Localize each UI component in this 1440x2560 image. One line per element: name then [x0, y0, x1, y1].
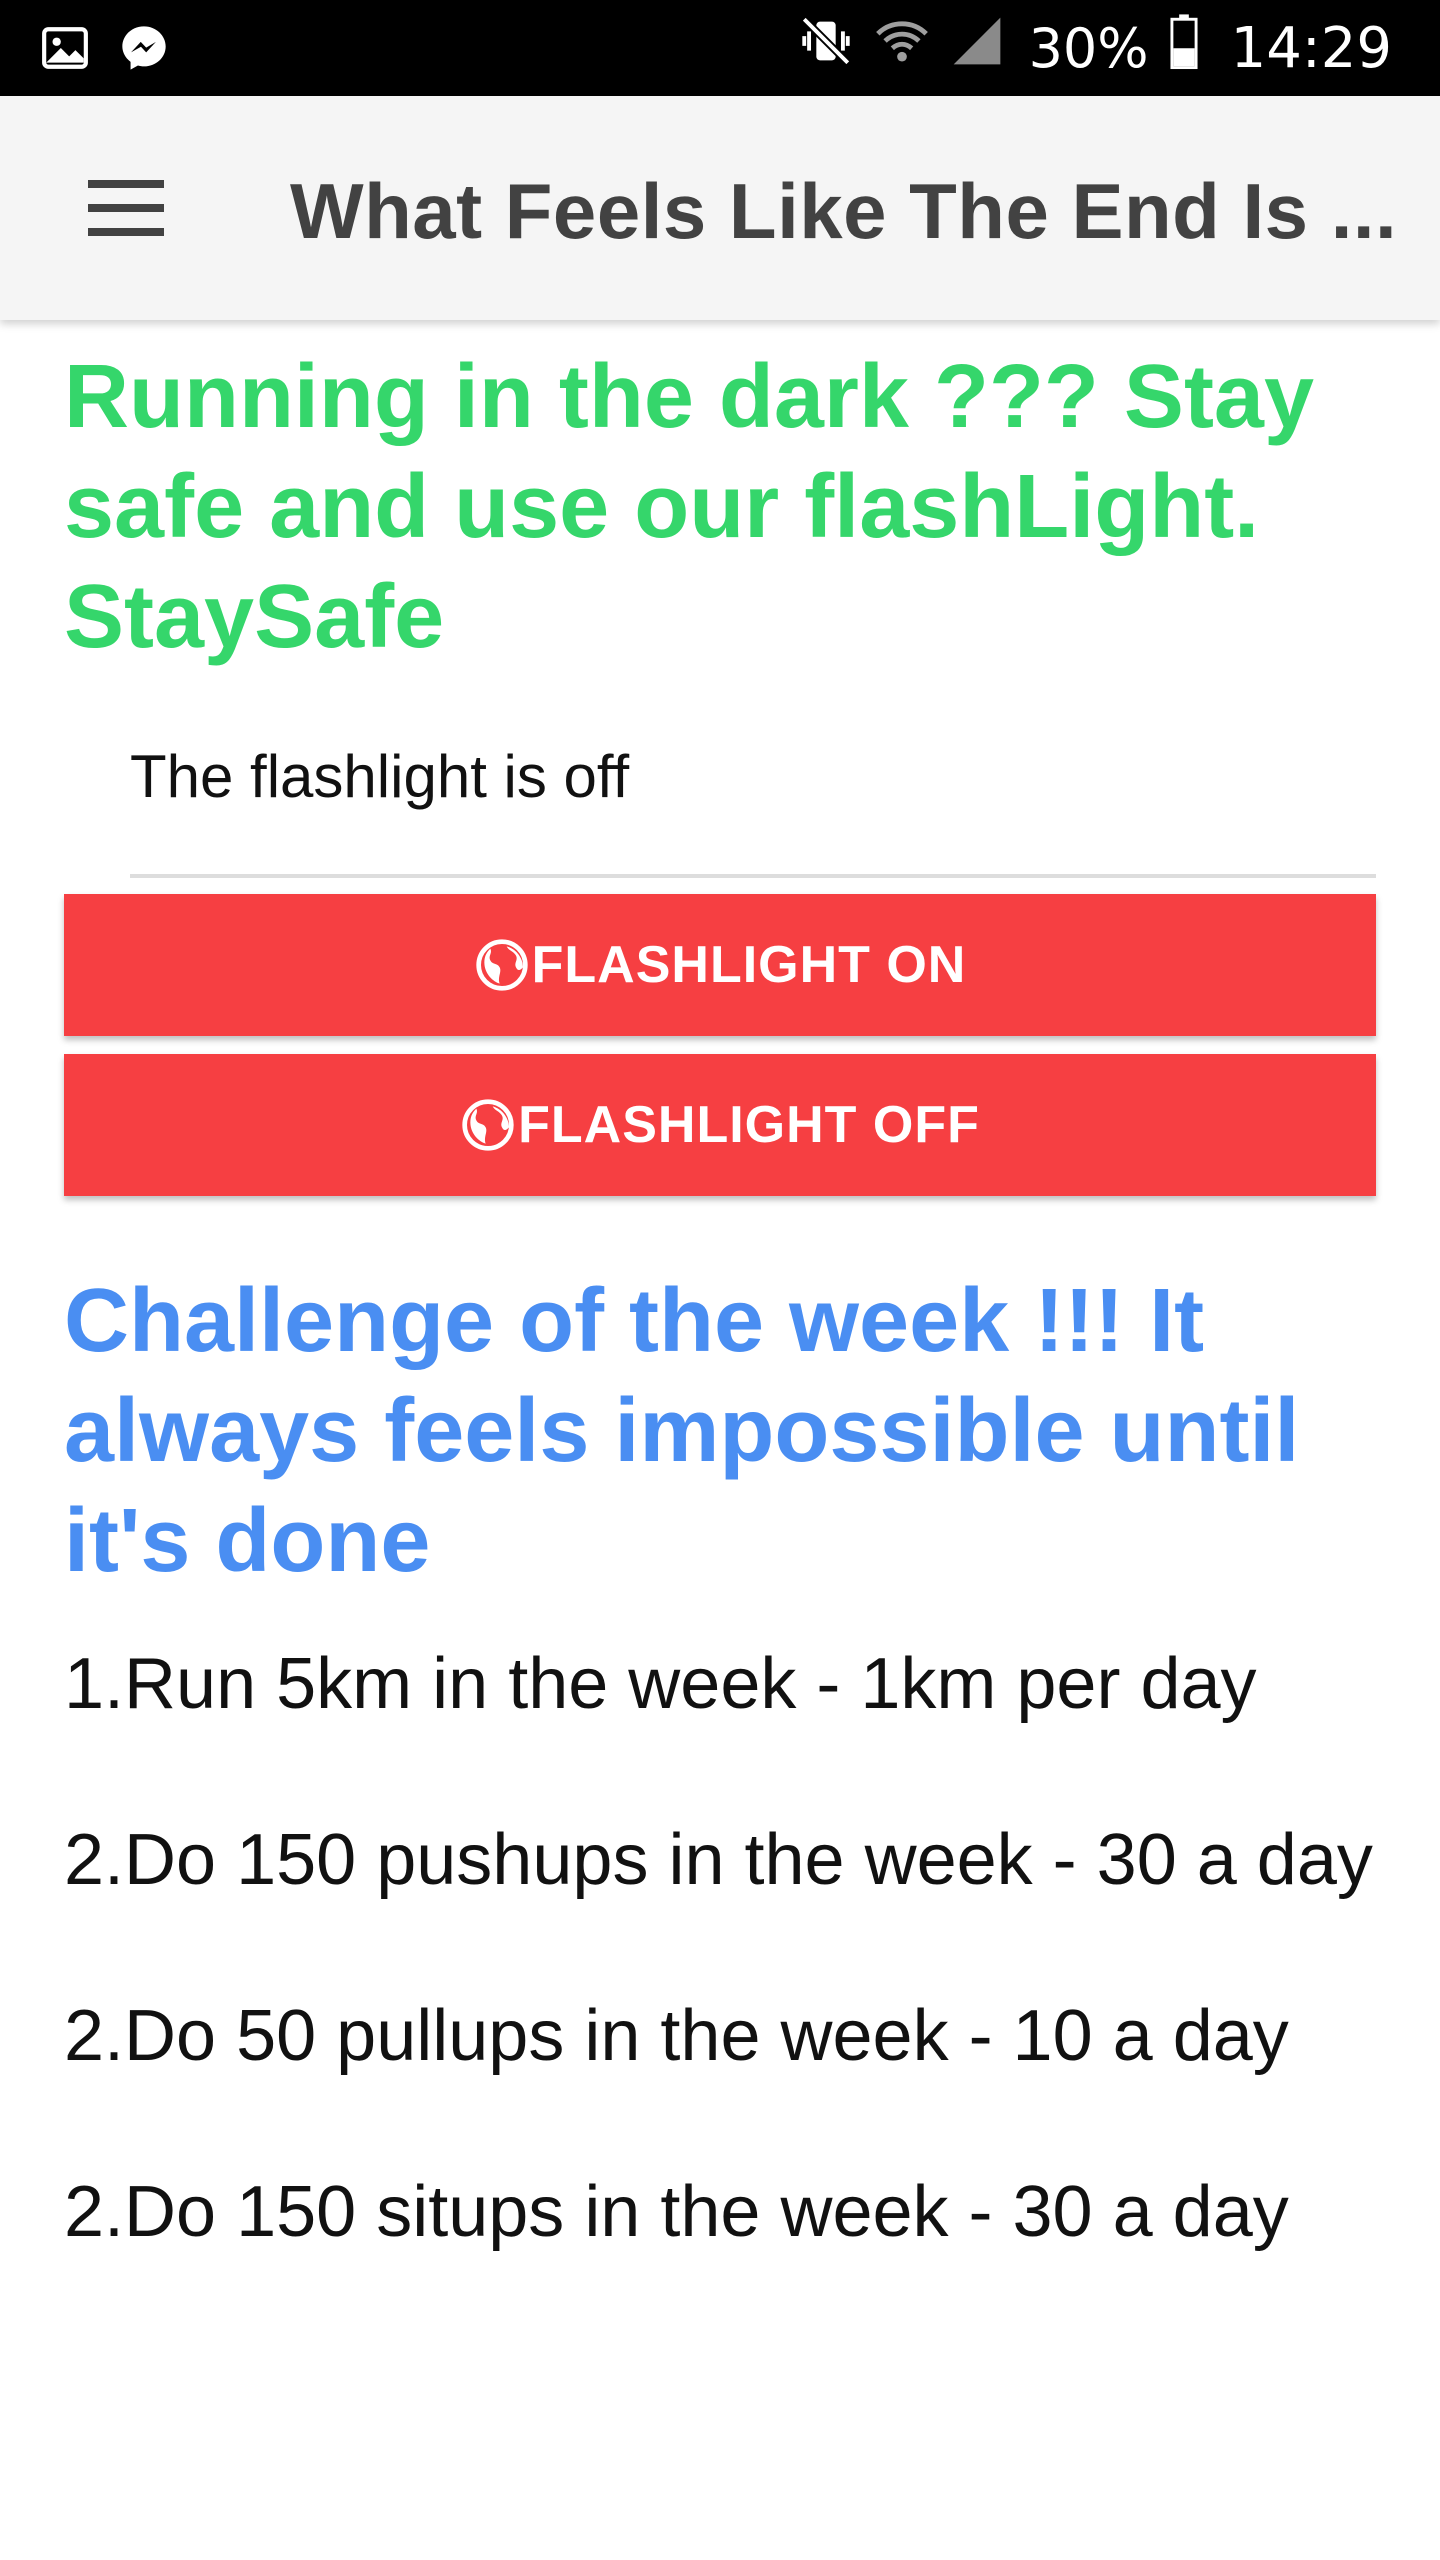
clock: 14:29 — [1230, 15, 1392, 81]
battery-icon — [1167, 12, 1201, 84]
list-item: 2.Do 50 pullups in the week - 10 a day — [64, 1996, 1289, 2076]
list-item: 2.Do 150 pushups in the week - 30 a day — [64, 1820, 1373, 1900]
globe-icon — [474, 937, 530, 993]
flashlight-off-label: FLASHLIGHT OFF — [518, 1096, 980, 1154]
flashlight-status: The flashlight is off — [130, 743, 630, 810]
battery-percent: 30% — [1028, 16, 1149, 80]
status-bar: 30% 14:29 — [0, 0, 1440, 96]
mute-vibrate-icon — [797, 12, 855, 84]
challenge-heading: Challenge of the week !!! It always feel… — [64, 1271, 1300, 1591]
app-bar: What Feels Like The End Is ... — [0, 96, 1440, 320]
flashlight-off-button[interactable]: FLASHLIGHT OFF — [64, 1054, 1376, 1196]
messenger-icon — [118, 22, 170, 79]
signal-icon — [949, 13, 1005, 83]
status-right-icons: 30% 14:29 — [797, 14, 1392, 82]
app-title: What Feels Like The End Is ... — [290, 167, 1398, 255]
flashlight-status-field: The flashlight is off — [130, 742, 1376, 878]
flashlight-on-button[interactable]: FLASHLIGHT ON — [64, 894, 1376, 1036]
status-left-icons — [40, 22, 170, 79]
hamburger-menu-icon[interactable] — [88, 180, 164, 236]
flashlight-on-label: FLASHLIGHT ON — [531, 936, 967, 994]
challenge-list: 1.Run 5km in the week - 1km per day 2.Do… — [64, 1636, 1376, 2260]
flashlight-heading: Running in the dark ??? Stay safe and us… — [64, 347, 1315, 667]
image-icon — [40, 23, 90, 78]
wifi-icon — [873, 12, 931, 84]
globe-icon — [460, 1097, 516, 1153]
list-item: 1.Run 5km in the week - 1km per day — [64, 1644, 1257, 1724]
main-content: Running in the dark ??? Stay safe and us… — [64, 320, 1376, 2340]
list-item: 2.Do 150 situps in the week - 30 a day — [64, 2172, 1289, 2252]
